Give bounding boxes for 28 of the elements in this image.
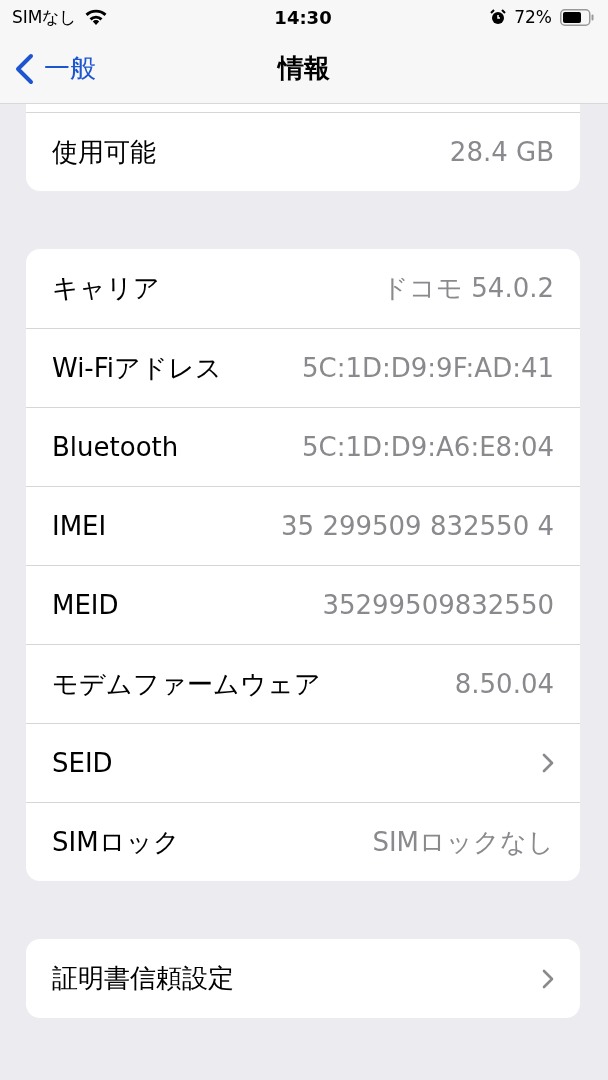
row-label: キャリア: [52, 272, 160, 305]
carrier-label: SIMなし: [12, 5, 77, 29]
row-value: 35 299509 832550 4: [281, 511, 554, 541]
row-value: ドコモ 54.0.2: [382, 272, 554, 305]
chevron-right-icon: [542, 968, 554, 989]
clock-time: 14:30: [274, 6, 332, 28]
row-value: 35299509832550: [322, 590, 554, 620]
row-label: Wi-Fiアドレス: [52, 351, 223, 385]
row-label: モデムファームウェア: [52, 667, 321, 701]
back-button[interactable]: 一般: [0, 51, 278, 86]
row-value: 8.50.04: [454, 669, 554, 699]
chevron-right-icon: [542, 753, 554, 773]
battery-icon: [560, 8, 594, 26]
row-value: 5C:1D:D9:9F:AD:41: [302, 353, 554, 383]
row-label: MEID: [52, 590, 119, 620]
row-label: IMEI: [52, 511, 107, 541]
row-value: 28.4 GB: [449, 137, 554, 167]
page-title: 情報: [278, 52, 330, 85]
row-label: 使用可能: [52, 135, 156, 169]
wifi-icon: [84, 8, 109, 26]
battery-percentage: 72%: [514, 7, 552, 27]
settings-row[interactable]: SEID: [26, 723, 580, 802]
row-label: SIMロック: [52, 825, 180, 859]
row-value: 5C:1D:D9:A6:E8:04: [302, 432, 554, 462]
row-value: SIMロックなし: [372, 825, 554, 859]
chevron-left-icon: [14, 52, 34, 85]
settings-row[interactable]: 証明書信頼設定: [26, 939, 580, 1018]
row-label: Bluetooth: [52, 432, 179, 462]
